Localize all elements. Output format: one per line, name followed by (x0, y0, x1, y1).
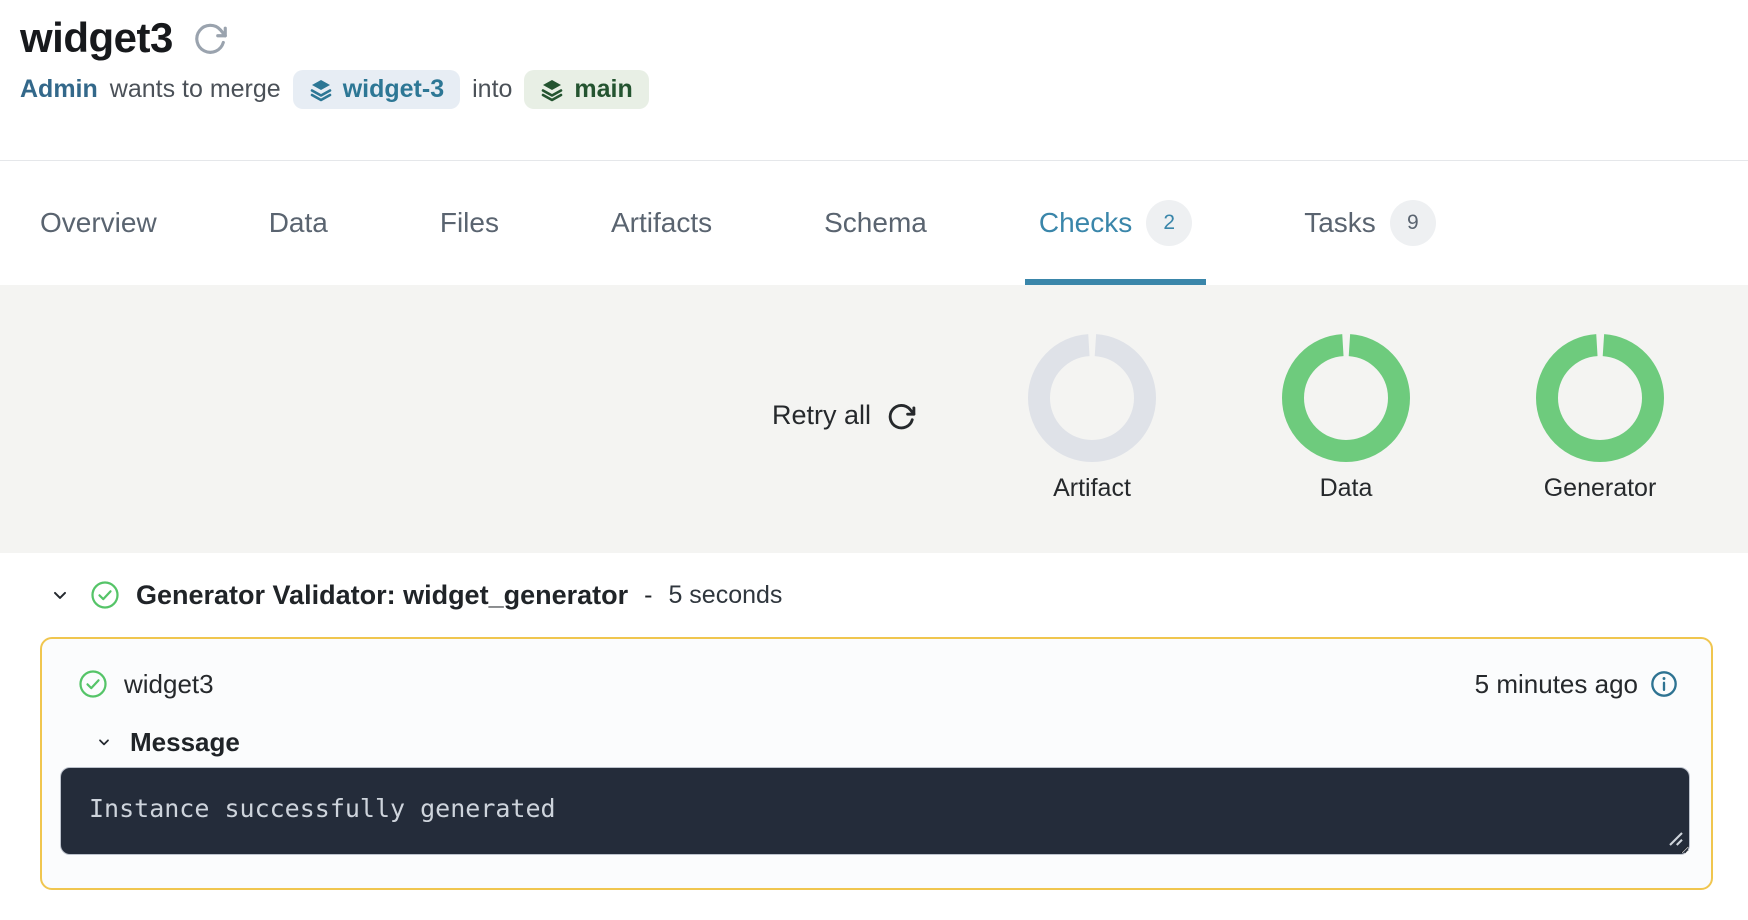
check-status-donuts: Artifact Data Generator (1017, 334, 1675, 503)
check-result-card: widget3 5 minutes ago Message Instance s… (40, 637, 1713, 890)
tab-label: Data (269, 207, 328, 239)
check-duration: 5 seconds (668, 581, 782, 610)
donut-label: Data (1320, 474, 1373, 503)
info-icon[interactable] (1650, 670, 1678, 698)
message-output-wrap: Instance successfully generated (60, 767, 1690, 855)
chevron-down-icon[interactable] (96, 734, 112, 750)
tab-label: Overview (40, 207, 157, 239)
message-label: Message (130, 727, 240, 758)
author-link[interactable]: Admin (20, 75, 98, 104)
tab-data[interactable]: Data (255, 161, 342, 285)
merge-preposition: into (472, 75, 512, 104)
branch-layers-icon (309, 78, 333, 102)
source-branch-name: widget-3 (343, 75, 444, 104)
donut-label: Artifact (1053, 474, 1131, 503)
tab-label: Artifacts (611, 207, 712, 239)
donut-chart-data[interactable]: Data (1271, 334, 1421, 503)
tab-bar: Overview Data Files Artifacts Schema Che… (0, 161, 1748, 285)
result-name: widget3 (124, 669, 214, 700)
checks-panel: Generator Validator: widget_generator - … (8, 553, 1740, 920)
merge-request-header: widget3 Admin wants to merge widget-3 in… (0, 0, 1748, 161)
tab-label: Schema (824, 207, 927, 239)
donut-ring (1282, 334, 1410, 462)
check-group-header[interactable]: Generator Validator: widget_generator - … (8, 577, 1740, 613)
chevron-down-icon[interactable] (50, 585, 70, 605)
merge-description: Admin wants to merge widget-3 into main (20, 70, 1748, 109)
check-circle-icon (90, 580, 120, 610)
tasks-count-badge: 9 (1390, 200, 1436, 246)
retry-icon (887, 401, 917, 431)
message-output-textarea[interactable]: Instance successfully generated (60, 767, 1690, 855)
tab-schema[interactable]: Schema (810, 161, 941, 285)
title-row: widget3 (20, 14, 1748, 62)
tab-label: Checks (1039, 207, 1132, 239)
tab-artifacts[interactable]: Artifacts (597, 161, 726, 285)
check-title: Generator Validator: widget_generator (136, 580, 628, 611)
target-branch-badge[interactable]: main (524, 70, 648, 109)
source-branch-badge[interactable]: widget-3 (293, 70, 460, 109)
tab-label: Files (440, 207, 499, 239)
tab-files[interactable]: Files (426, 161, 513, 285)
branch-layers-icon (540, 78, 564, 102)
check-separator: - (644, 581, 652, 610)
retry-all-button[interactable]: Retry all (772, 400, 917, 431)
merge-action-text: wants to merge (110, 75, 281, 104)
tab-label: Tasks (1304, 207, 1376, 239)
checks-count-badge: 2 (1146, 200, 1192, 246)
target-branch-name: main (574, 75, 632, 104)
tab-checks[interactable]: Checks 2 (1025, 161, 1206, 285)
checks-summary-band: Retry all Artifact Data Generator (0, 285, 1748, 553)
donut-label: Generator (1544, 474, 1657, 503)
page-title: widget3 (20, 14, 173, 62)
check-circle-icon (78, 669, 108, 699)
message-toggle-row[interactable]: Message (60, 727, 1690, 757)
result-timestamp: 5 minutes ago (1475, 669, 1638, 700)
refresh-icon[interactable] (193, 20, 229, 56)
donut-ring (1536, 334, 1664, 462)
tab-tasks[interactable]: Tasks 9 (1290, 161, 1450, 285)
result-header-row: widget3 5 minutes ago (60, 667, 1690, 701)
donut-chart-generator[interactable]: Generator (1525, 334, 1675, 503)
tab-overview[interactable]: Overview (26, 161, 171, 285)
retry-all-label: Retry all (772, 400, 871, 431)
donut-chart-artifact[interactable]: Artifact (1017, 334, 1167, 503)
donut-ring (1028, 334, 1156, 462)
